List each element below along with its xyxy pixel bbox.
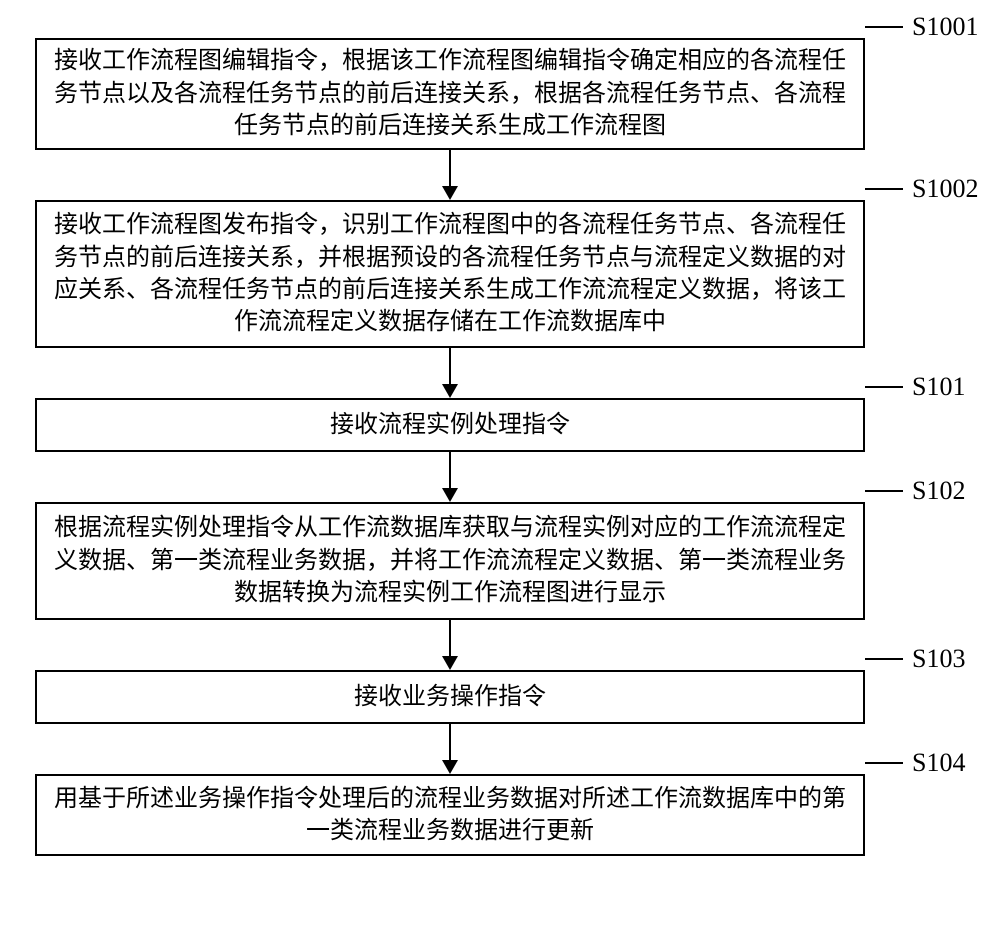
label-s103: S103 — [912, 644, 965, 674]
label-s101: S101 — [912, 372, 965, 402]
connector-3 — [0, 452, 1000, 502]
step-s101: 接收流程实例处理指令 — [35, 398, 865, 452]
leader-s1002 — [865, 188, 903, 190]
leader-s104 — [865, 762, 903, 764]
step-s102: 根据流程实例处理指令从工作流数据库获取与流程实例对应的工作流流程定义数据、第一类… — [35, 502, 865, 620]
connector-1 — [0, 150, 1000, 200]
step-s102-text: 根据流程实例处理指令从工作流数据库获取与流程实例对应的工作流流程定义数据、第一类… — [47, 512, 853, 609]
leader-s102 — [865, 490, 903, 492]
step-s1002: 接收工作流程图发布指令，识别工作流程图中的各流程任务节点、各流程任务节点的前后连… — [35, 200, 865, 348]
step-s1001: 接收工作流程图编辑指令，根据该工作流程图编辑指令确定相应的各流程任务节点以及各流… — [35, 38, 865, 150]
step-s1001-text: 接收工作流程图编辑指令，根据该工作流程图编辑指令确定相应的各流程任务节点以及各流… — [47, 45, 853, 142]
step-s101-text: 接收流程实例处理指令 — [330, 409, 570, 441]
label-s102: S102 — [912, 476, 965, 506]
step-s1002-text: 接收工作流程图发布指令，识别工作流程图中的各流程任务节点、各流程任务节点的前后连… — [47, 209, 853, 339]
leader-s1001 — [865, 26, 903, 28]
flowchart-canvas: 接收工作流程图编辑指令，根据该工作流程图编辑指令确定相应的各流程任务节点以及各流… — [0, 0, 1000, 930]
connector-5 — [0, 724, 1000, 774]
connector-2 — [0, 348, 1000, 398]
step-s103: 接收业务操作指令 — [35, 670, 865, 724]
leader-s103 — [865, 658, 903, 660]
step-s104: 用基于所述业务操作指令处理后的流程业务数据对所述工作流数据库中的第一类流程业务数… — [35, 774, 865, 856]
leader-s101 — [865, 386, 903, 388]
step-s104-text: 用基于所述业务操作指令处理后的流程业务数据对所述工作流数据库中的第一类流程业务数… — [47, 783, 853, 848]
step-s103-text: 接收业务操作指令 — [354, 681, 546, 713]
label-s1001: S1001 — [912, 12, 978, 42]
label-s1002: S1002 — [912, 174, 978, 204]
label-s104: S104 — [912, 748, 965, 778]
connector-4 — [0, 620, 1000, 670]
